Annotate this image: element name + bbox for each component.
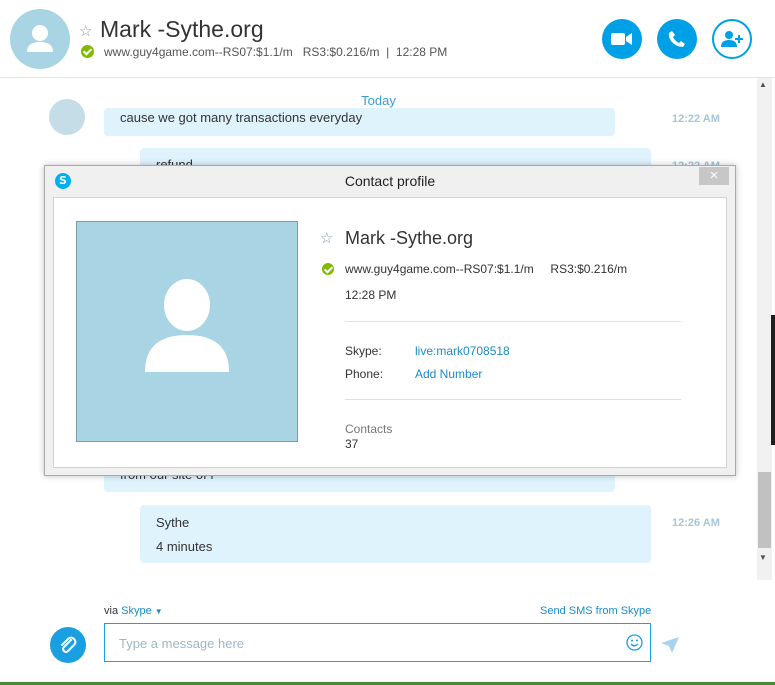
message-bubble[interactable] [140, 505, 651, 563]
phone-icon [668, 31, 685, 47]
person-icon [145, 279, 229, 372]
message-input-box[interactable] [104, 623, 651, 662]
profile-name: Mark -Sythe.org [345, 228, 474, 248]
add-people-button[interactable] [712, 19, 752, 59]
profile-panel: ☆ Mark -Sythe.org www.guy4game.com--RS07… [53, 197, 727, 468]
date-separator: Today [361, 93, 396, 108]
message-time: 12:22 AM [672, 113, 720, 125]
contacts-count: 37 [345, 437, 359, 451]
scroll-up-arrow[interactable]: ▲ [759, 80, 767, 89]
profile-photo [76, 221, 298, 442]
scroll-down-arrow[interactable]: ▼ [759, 553, 767, 562]
person-icon [27, 25, 53, 52]
skype-label: Skype: [345, 344, 382, 358]
paperclip-icon [61, 636, 77, 653]
close-button[interactable]: × [699, 167, 729, 185]
skype-chat-window: ☆ Mark -Sythe.org www.guy4game.com--RS07… [0, 0, 775, 685]
window-edge [771, 315, 775, 445]
phone-label: Phone: [345, 367, 384, 381]
message-text: cause we got many transactions everyday [120, 110, 363, 125]
video-camera-icon [611, 33, 632, 45]
dialog-title: Contact profile [344, 173, 436, 189]
profile-mood-message: www.guy4game.com--RS07:$1.1/m RS3:$0.216… [345, 262, 628, 276]
scrollbar-thumb[interactable] [758, 472, 771, 548]
profile-local-time: 12:28 PM [345, 288, 397, 302]
send-sms-link[interactable]: Send SMS from Skype [540, 605, 651, 617]
send-icon[interactable] [660, 636, 680, 654]
sender-avatar [49, 99, 85, 135]
via-prefix: via [104, 605, 122, 617]
message-text: Sythe [156, 515, 190, 530]
attach-file-button[interactable] [50, 627, 86, 663]
contact-profile-dialog: S Contact profile × ☆ Mark -Sythe.org ww… [44, 165, 736, 476]
online-status-icon [81, 45, 94, 58]
message-time: 12:26 AM [672, 517, 720, 529]
audio-call-button[interactable] [657, 19, 697, 59]
online-status-icon [322, 263, 334, 275]
favorite-star-icon[interactable]: ☆ [79, 22, 92, 40]
add-number-link[interactable]: Add Number [415, 367, 482, 381]
contact-avatar[interactable] [10, 9, 70, 69]
emoticon-icon[interactable] [626, 634, 643, 651]
divider [345, 321, 681, 322]
send-via-selector[interactable]: via Skype ▼ [104, 605, 163, 617]
contacts-label: Contacts [345, 422, 393, 436]
message-text: 4 minutes [156, 539, 213, 554]
via-service-link[interactable]: Skype [121, 605, 152, 617]
skype-id-link[interactable]: live:mark0708518 [415, 344, 510, 358]
message-input[interactable] [119, 633, 609, 653]
favorite-star-icon[interactable]: ☆ [320, 229, 333, 247]
contact-mood-message: www.guy4game.com--RS07:$1.1/m RS3:$0.216… [104, 45, 448, 59]
conversation-header: ☆ Mark -Sythe.org www.guy4game.com--RS07… [0, 0, 775, 78]
contact-name[interactable]: Mark -Sythe.org [100, 16, 264, 43]
video-call-button[interactable] [602, 19, 642, 59]
chevron-down-icon[interactable]: ▼ [155, 607, 163, 616]
add-person-icon [721, 31, 743, 47]
divider [345, 399, 681, 400]
